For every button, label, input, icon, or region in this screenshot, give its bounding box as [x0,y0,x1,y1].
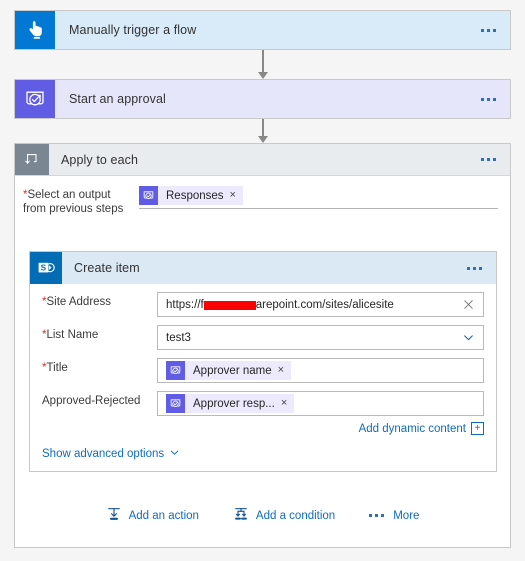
title-input[interactable]: Approver name × [157,358,484,383]
clear-x-icon[interactable] [453,293,483,316]
loop-icon [15,144,49,175]
list-name-dropdown[interactable]: test3 [157,325,484,350]
trigger-overflow-menu-icon[interactable] [467,11,510,49]
plus-icon[interactable]: + [471,422,484,435]
more-label: More [393,509,420,522]
show-advanced-options-toggle[interactable]: Show advanced options [42,445,484,461]
scope-header[interactable]: Apply to each [15,144,510,176]
token-chip-approver-response[interactable]: Approver resp... × [166,394,295,413]
token-label: Approver resp... [193,397,275,410]
field-label-title: *Title [42,362,68,374]
token-chip-responses[interactable]: Responses × [139,186,243,205]
add-action-icon [106,506,122,525]
token-remove-icon[interactable]: × [230,190,243,201]
form-row-approved-rejected: Approved-Rejected Approver resp... × [42,391,484,416]
create-item-overflow-menu-icon[interactable] [453,252,496,284]
show-advanced-options-label: Show advanced options [42,448,165,460]
add-an-action-button[interactable]: Add an action [106,506,199,525]
field-label-list-name: *List Name [42,329,99,341]
approval-check-icon [15,80,55,118]
approved-rejected-input[interactable]: Approver resp... × [157,391,484,416]
add-a-condition-label: Add a condition [255,509,336,522]
select-output-label: *Select an output from previous steps [23,189,124,215]
approval-overflow-menu-icon[interactable] [467,80,510,118]
create-item-body: *Site Address https://f arepoint.com/site… [30,284,496,471]
flow-card-title: Start an approval [69,92,166,106]
add-dynamic-content-label[interactable]: Add dynamic content [359,423,466,435]
more-button[interactable]: More [369,510,419,522]
flow-card-title: Manually trigger a flow [69,23,197,37]
form-row-site-address: *Site Address https://f arepoint.com/site… [42,292,484,317]
token-label: Responses [166,189,224,202]
approval-check-icon [166,361,185,380]
redaction-bar [203,301,256,310]
add-a-condition-button[interactable]: Add a condition [233,506,335,525]
site-address-input[interactable]: https://f arepoint.com/sites/alicesite [157,292,484,317]
add-condition-icon [233,506,249,525]
connector-arrow-1 [256,50,270,79]
field-label-site-address: *Site Address [42,296,112,308]
token-chip-approver-name[interactable]: Approver name × [166,361,292,380]
form-row-list-name: *List Name test3 [42,325,484,350]
scope-title: Apply to each [61,152,139,167]
form-row-title: *Title Approver name × [42,358,484,383]
hand-tap-icon [15,11,55,49]
add-an-action-label: Add an action [128,509,199,522]
select-output-row: *Select an output from previous steps Re… [15,176,510,216]
token-remove-icon[interactable]: × [278,365,291,376]
site-address-value: https://f arepoint.com/sites/alicesite [166,298,394,311]
chevron-down-icon [169,447,180,461]
chevron-down-icon[interactable] [453,326,483,349]
sharepoint-icon: S [30,252,62,284]
flow-card-create-item: S Create item *Site Address https://f ar… [29,251,497,472]
connector-arrow-2 [256,119,270,143]
flow-card-manual-trigger[interactable]: Manually trigger a flow [14,10,511,50]
add-dynamic-content[interactable]: Add dynamic content + [42,422,484,435]
ellipsis-icon [369,514,385,517]
approval-check-icon [166,394,185,413]
token-remove-icon[interactable]: × [281,398,294,409]
create-item-header[interactable]: S Create item [30,252,496,284]
flow-card-start-approval[interactable]: Start an approval [14,79,511,119]
list-name-value: test3 [166,331,191,344]
flow-scope-apply-to-each: Apply to each *Select an output from pre… [14,143,511,548]
flow-designer-canvas: Manually trigger a flow Start an approva… [0,0,525,561]
token-label: Approver name [193,364,272,377]
select-output-input[interactable]: Responses × [139,185,498,209]
create-item-title: Create item [74,261,140,275]
approval-check-icon [139,186,158,205]
scope-action-bar: Add an action Add a condition More [15,506,510,525]
field-label-approved-rejected: Approved-Rejected [42,395,141,407]
scope-overflow-menu-icon[interactable] [467,144,510,175]
